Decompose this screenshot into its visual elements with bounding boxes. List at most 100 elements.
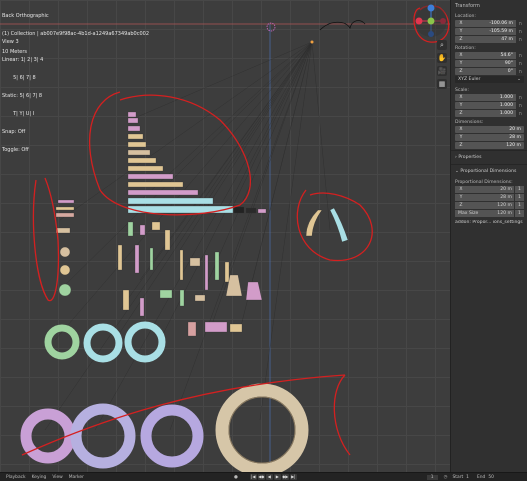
axis-label: X	[459, 21, 463, 26]
record-icon[interactable]: ●	[234, 475, 238, 480]
scale-y-field[interactable]: Y 1.000 ⊓	[455, 102, 524, 109]
field-value: 54.6°	[500, 53, 513, 58]
grid-icon[interactable]: ▦	[437, 79, 447, 89]
rings-row-small	[44, 321, 166, 363]
axis-label: Z	[459, 37, 463, 42]
proportional-dimensions-label: Proportional Dimensions:	[455, 180, 513, 185]
prop-dim-x-field[interactable]: X 20 m	[455, 186, 514, 193]
misc-parts	[117, 221, 263, 337]
field-value: 20 m	[500, 187, 512, 192]
field-value: -105.59 m	[489, 29, 513, 34]
lock-icon[interactable]: ⊓	[516, 60, 524, 67]
lock-icon[interactable]: ⊓	[516, 102, 524, 109]
chevron-right-icon: ›	[455, 155, 457, 160]
axis-label: Z	[459, 203, 463, 208]
axis-label: X	[459, 95, 463, 100]
navigation-gizmo[interactable]	[414, 4, 448, 38]
location-z-field[interactable]: Z 47 m ⊓	[455, 36, 524, 43]
zoom-icon[interactable]: ⌕	[437, 40, 447, 50]
axis-label: Y	[459, 61, 463, 66]
prop-dim-y-row: Y 28 m1	[455, 194, 524, 201]
prop-dim-z-field[interactable]: Z 120 m	[455, 202, 514, 209]
field-value: 120 m	[497, 211, 512, 216]
field-value: 20 m	[509, 127, 521, 132]
field-value: 120 m	[497, 203, 512, 208]
rotation-label: Rotation:	[455, 46, 476, 51]
lock-icon[interactable]: ⊓	[516, 94, 524, 101]
max-size-label: Max Size	[458, 211, 479, 216]
properties-panel-header[interactable]: › Properties	[451, 150, 527, 164]
horn-objects	[305, 207, 349, 243]
end-label: End	[476, 474, 486, 480]
camera-icon[interactable]: 🎥	[437, 66, 447, 76]
lock-icon[interactable]: ⊓	[516, 68, 524, 75]
axis-label: X	[459, 127, 463, 132]
jump-start-icon[interactable]: |◀	[249, 474, 257, 480]
field-value: 120 m	[506, 143, 521, 148]
hand-icon[interactable]: ✋	[437, 53, 447, 63]
field-value: 1.000	[499, 111, 513, 116]
sidebar-n-panel: Transform Location: X -100.06 m ⊓ Y -105.59…	[450, 0, 527, 472]
scale-x-field[interactable]: X 1.000 ⊓	[455, 94, 524, 101]
axis-label: X	[459, 53, 463, 58]
lock-icon[interactable]: ⊓	[516, 28, 524, 35]
chevron-down-icon: ⌄	[455, 169, 459, 174]
lock-icon[interactable]: ⊓	[516, 20, 524, 27]
field-value: -100.06 m	[489, 21, 513, 26]
rotation-y-field[interactable]: Y 90° ⊓	[455, 60, 524, 67]
keying-menu[interactable]: Keying	[32, 475, 47, 480]
current-frame-field[interactable]: 1	[426, 474, 438, 480]
addon-note: addon: Propor... ions_settings⚙	[455, 220, 524, 225]
field-value: 28 m	[500, 195, 512, 200]
dimensions-x-field[interactable]: X 20 m	[455, 126, 524, 133]
location-y-field[interactable]: Y -105.59 m ⊓	[455, 28, 524, 35]
prop-dim-y-field[interactable]: Y 28 m	[455, 194, 514, 201]
axis-label: Z	[459, 69, 463, 74]
end-field[interactable]: 50	[488, 475, 494, 480]
jump-end-icon[interactable]: ▶|	[289, 474, 297, 480]
prev-key-icon[interactable]: ◀◆	[257, 474, 265, 480]
play-icon[interactable]: ▶	[273, 474, 281, 480]
start-field[interactable]: 1	[466, 475, 469, 480]
axis-label: Z	[459, 143, 463, 148]
lock-icon[interactable]: ⊓	[516, 110, 524, 117]
proportional-dimensions-title: Proportional Dimensions	[460, 169, 517, 174]
gizmo-x-axis-icon	[415, 17, 423, 25]
scale-z-field[interactable]: Z 1.000 ⊓	[455, 110, 524, 117]
rotation-x-field[interactable]: X 54.6° ⊓	[455, 52, 524, 59]
proportional-dimensions-header[interactable]: ⌄ Proportional Dimensions	[451, 164, 527, 178]
clock-icon[interactable]: ◷	[444, 475, 448, 480]
rotation-mode-dropdown[interactable]: XYZ Euler ⌄	[455, 76, 524, 83]
prop-dim-y-ratio[interactable]: 1	[515, 194, 524, 201]
max-size-ratio[interactable]: 1	[515, 210, 524, 217]
dimensions-y-field[interactable]: Y 28 m	[455, 134, 524, 141]
navigation-tools: ⌕ ✋ 🎥 ▦	[437, 40, 449, 92]
axis-label: Y	[459, 103, 463, 108]
red-annotations	[21, 5, 450, 456]
field-value: 1.000	[499, 95, 513, 100]
prop-dim-z-ratio[interactable]: 1	[515, 202, 524, 209]
view-menu[interactable]: View	[52, 475, 62, 480]
lock-icon[interactable]: ⊓	[516, 52, 524, 59]
addon-note-text: addon: Propor... ions_settings	[455, 220, 523, 225]
axis-label: Y	[459, 29, 463, 34]
start-label: Start	[452, 474, 464, 480]
prop-dim-x-ratio[interactable]: 1	[515, 186, 524, 193]
location-x-field[interactable]: X -100.06 m ⊓	[455, 20, 524, 27]
dimensions-z-field[interactable]: Z 120 m	[455, 142, 524, 149]
chevron-down-icon: ⌄	[517, 77, 521, 82]
transform-header[interactable]: Transform	[451, 0, 527, 12]
lock-icon[interactable]: ⊓	[516, 36, 524, 43]
rotation-z-field[interactable]: Z 0° ⊓	[455, 68, 524, 75]
scale-label: Scale:	[455, 88, 469, 93]
playback-menu[interactable]: Playback	[6, 475, 26, 480]
axis-label: Z	[459, 111, 463, 116]
max-size-row: Max Size 120 m1	[455, 210, 524, 217]
next-key-icon[interactable]: ◆▶	[281, 474, 289, 480]
play-reverse-icon[interactable]: ◀	[265, 474, 273, 480]
field-value: 47 m	[501, 37, 513, 42]
3d-viewport[interactable]: Back Orthographic (1) Collection | ab007…	[0, 0, 450, 472]
max-size-field[interactable]: Max Size 120 m	[455, 210, 514, 217]
marker-menu[interactable]: Marker	[69, 475, 84, 480]
gizmo-z-axis-icon	[427, 4, 435, 12]
